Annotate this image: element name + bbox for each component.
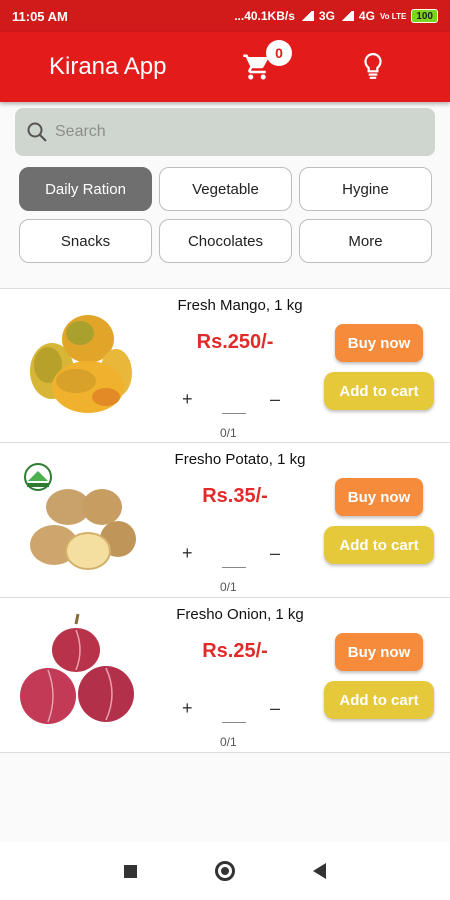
app-bar: Kirana App 0 <box>0 32 450 102</box>
add-to-cart-button[interactable]: Add to cart <box>324 526 434 564</box>
recents-icon[interactable] <box>124 864 137 878</box>
quantity-increase-button[interactable]: + <box>182 389 193 410</box>
potato-image <box>24 463 136 570</box>
category-more[interactable]: More <box>299 219 432 263</box>
network-4g: 4G <box>358 9 375 23</box>
buy-now-button[interactable]: Buy now <box>335 324 423 362</box>
signal-icon <box>339 11 354 21</box>
quantity-decrease-button[interactable]: – <box>270 698 280 719</box>
home-icon[interactable] <box>215 861 235 881</box>
volte-label: Vo LTE <box>379 11 407 21</box>
add-to-cart-button[interactable]: Add to cart <box>324 372 434 410</box>
onion-image <box>20 613 134 724</box>
product-price: Rs.250/- <box>196 331 274 353</box>
back-icon[interactable] <box>313 863 326 879</box>
search-bar[interactable] <box>15 108 435 156</box>
search-icon <box>27 122 47 142</box>
network-speed: ...40.1KB/s <box>234 9 295 23</box>
product-name: Fresho Onion, 1 kg <box>176 606 304 623</box>
product-price: Rs.35/- <box>202 485 268 507</box>
signal-icon <box>299 11 314 21</box>
quantity-field[interactable] <box>222 413 246 414</box>
search-input[interactable] <box>55 123 415 141</box>
quantity-increase-button[interactable]: + <box>182 698 193 719</box>
buy-now-button[interactable]: Buy now <box>335 478 423 516</box>
cart-count-badge: 0 <box>266 40 292 66</box>
battery-icon: 100 <box>411 9 438 23</box>
quantity-decrease-button[interactable]: – <box>270 543 280 564</box>
add-to-cart-button[interactable]: Add to cart <box>324 681 434 719</box>
product-card-mango: Fresh Mango, 1 kg Rs.250/- + – 0/1 Buy n… <box>0 288 450 443</box>
quantity-counter: 0/1 <box>220 426 237 440</box>
mango-image <box>30 315 132 413</box>
product-card-potato: Fresho Potato, 1 kg Rs.35/- + – 0/1 Buy … <box>0 443 450 598</box>
quantity-field[interactable] <box>222 567 246 568</box>
product-name: Fresh Mango, 1 kg <box>177 297 303 314</box>
product-card-onion: Fresho Onion, 1 kg Rs.25/- + – 0/1 Buy n… <box>0 598 450 753</box>
product-list: Fresh Mango, 1 kg Rs.250/- + – 0/1 Buy n… <box>0 288 450 753</box>
status-bar: 11:05 AM ...40.1KB/s 3G 4G Vo LTE 100 <box>0 0 450 32</box>
app-title: Kirana App <box>49 53 167 80</box>
quantity-decrease-button[interactable]: – <box>270 389 280 410</box>
buy-now-button[interactable]: Buy now <box>335 633 423 671</box>
quantity-counter: 0/1 <box>220 580 237 594</box>
quantity-increase-button[interactable]: + <box>182 543 193 564</box>
category-hygine[interactable]: Hygine <box>299 167 432 211</box>
status-time: 11:05 AM <box>12 8 68 24</box>
quantity-field[interactable] <box>222 722 246 723</box>
product-price: Rs.25/- <box>202 640 268 662</box>
system-nav-bar <box>0 842 450 900</box>
lightbulb-icon[interactable] <box>360 50 386 84</box>
category-vegetable[interactable]: Vegetable <box>159 167 292 211</box>
product-name: Fresho Potato, 1 kg <box>174 451 306 468</box>
category-chocolates[interactable]: Chocolates <box>159 219 292 263</box>
category-daily-ration[interactable]: Daily Ration <box>19 167 152 211</box>
category-snacks[interactable]: Snacks <box>19 219 152 263</box>
quantity-counter: 0/1 <box>220 735 237 749</box>
status-icons: ...40.1KB/s 3G 4G Vo LTE 100 <box>234 9 438 23</box>
network-3g: 3G <box>318 9 335 23</box>
